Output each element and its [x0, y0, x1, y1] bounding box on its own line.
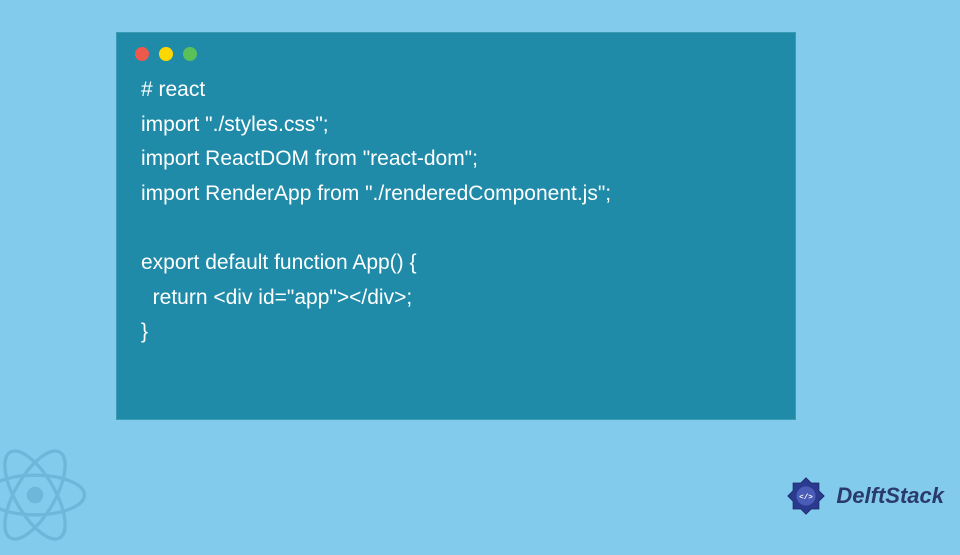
minimize-icon	[159, 47, 173, 61]
code-line: export default function App() {	[141, 246, 771, 281]
react-watermark-icon	[0, 440, 90, 550]
code-window: # reactimport "./styles.css";import Reac…	[116, 32, 796, 420]
code-line: return <div id="app"></div>;	[141, 281, 771, 316]
code-line	[141, 212, 771, 247]
delftstack-logo-icon: </>	[782, 472, 830, 520]
code-line: import "./styles.css";	[141, 108, 771, 143]
window-controls	[117, 33, 795, 69]
code-content: # reactimport "./styles.css";import Reac…	[117, 69, 795, 366]
brand-logo-block: </> DelftStack	[782, 472, 944, 520]
svg-text:</>: </>	[800, 494, 814, 502]
code-line: import ReactDOM from "react-dom";	[141, 142, 771, 177]
code-line: import RenderApp from "./renderedCompone…	[141, 177, 771, 212]
code-line: }	[141, 315, 771, 350]
code-line: # react	[141, 73, 771, 108]
brand-name: DelftStack	[836, 483, 944, 509]
close-icon	[135, 47, 149, 61]
maximize-icon	[183, 47, 197, 61]
